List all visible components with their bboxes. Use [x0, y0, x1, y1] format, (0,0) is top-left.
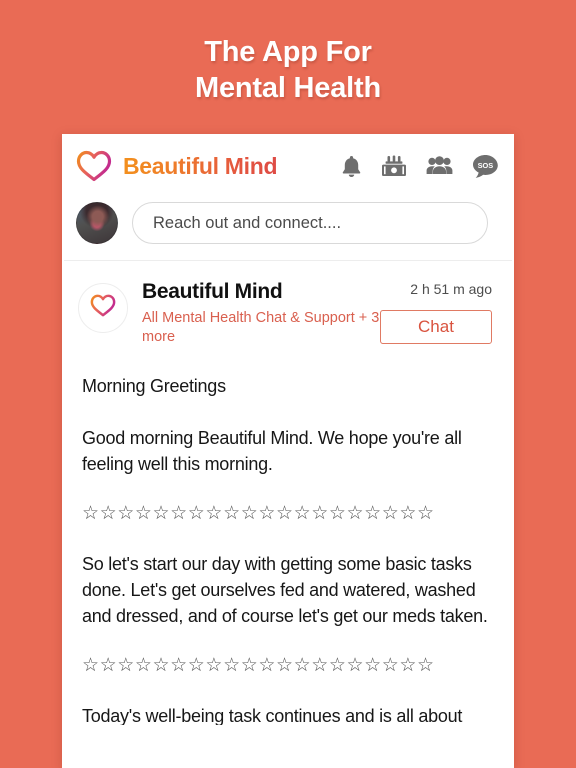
post-timestamp: 2 h 51 m ago: [410, 281, 492, 297]
post-paragraph-1: Good morning Beautiful Mind. We hope you…: [82, 428, 462, 474]
bell-icon[interactable]: [341, 155, 362, 178]
promo-title-line-2: Mental Health: [195, 72, 381, 104]
star-divider-2: ☆☆☆☆☆☆☆☆☆☆☆☆☆☆☆☆☆☆☆☆: [82, 655, 435, 676]
post-group-list[interactable]: All Mental Health Chat & Support + 3 mor…: [142, 309, 380, 347]
star-divider-1: ☆☆☆☆☆☆☆☆☆☆☆☆☆☆☆☆☆☆☆☆: [82, 503, 435, 524]
chat-button[interactable]: Chat: [380, 310, 492, 344]
search-input-placeholder: Reach out and connect....: [153, 213, 342, 232]
promo-title-line-1: The App For: [204, 36, 372, 68]
post-paragraph-3: Today's well-being task continues and is…: [82, 706, 463, 725]
post-header: Beautiful Mind All Mental Health Chat & …: [62, 261, 514, 347]
app-screenshot-card: Beautiful Mind SOS Reach out and connect…: [62, 134, 514, 768]
post-paragraph-2: So let's start our day with getting some…: [82, 554, 488, 626]
search-input[interactable]: Reach out and connect....: [132, 202, 488, 244]
post-actions: 2 h 51 m ago Chat: [380, 279, 492, 344]
svg-text:SOS: SOS: [478, 161, 494, 170]
sos-chat-icon[interactable]: SOS: [472, 154, 498, 179]
avatar[interactable]: [76, 202, 118, 244]
app-bar-icon-group: SOS: [341, 154, 498, 179]
donate-money-icon[interactable]: [381, 155, 407, 178]
composer-row: Reach out and connect....: [62, 198, 514, 260]
heart-gradient-icon: [76, 150, 112, 182]
promo-header: The App For Mental Health: [0, 0, 576, 134]
groups-people-icon[interactable]: [426, 155, 453, 177]
heart-gradient-icon: [90, 294, 116, 322]
app-bar: Beautiful Mind SOS: [62, 134, 514, 198]
post-author-avatar[interactable]: [78, 283, 128, 333]
app-brand-name: Beautiful Mind: [123, 152, 278, 179]
post-body: Morning Greetings Good morning Beautiful…: [62, 373, 514, 725]
post-author-name: Beautiful Mind: [142, 280, 283, 303]
post-subject: Morning Greetings: [82, 376, 226, 396]
post-meta: Beautiful Mind All Mental Health Chat & …: [142, 279, 380, 347]
